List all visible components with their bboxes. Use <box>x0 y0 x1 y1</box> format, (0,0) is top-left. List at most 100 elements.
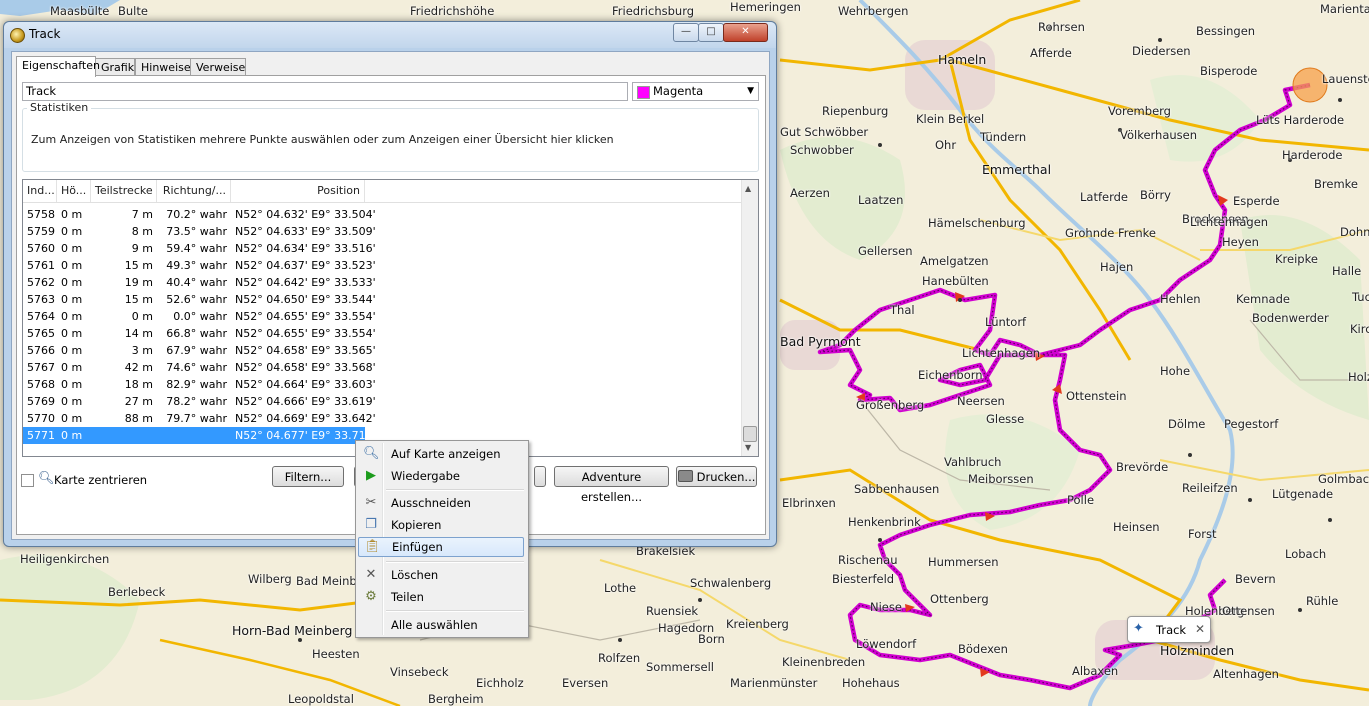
column-header-direction[interactable]: Richtung/... <box>157 180 231 202</box>
title-bar[interactable]: Track — □ ✕ <box>4 22 776 48</box>
menu-item-label: Wiedergabe <box>391 469 461 483</box>
track-color-select[interactable]: Magenta ▼ <box>632 82 759 101</box>
print-button-label: Drucken... <box>696 470 756 484</box>
magnifier-icon: 🔍︎ <box>363 446 380 461</box>
menu-item-copy[interactable]: ❐ Kopieren <box>358 515 524 535</box>
center-map-checkbox[interactable] <box>21 474 34 487</box>
statistics-group[interactable]: Statistiken Zum Anzeigen von Statistiken… <box>22 101 759 172</box>
chevron-down-icon: ▼ <box>747 86 754 96</box>
cell-position: N52° 04.658' E9° 33.568' <box>235 361 376 374</box>
cell-index: 5771 <box>27 429 55 442</box>
center-map-label[interactable]: Karte zentrieren <box>54 473 147 487</box>
table-row[interactable]: 5769 0 m 27 m 78.2° wahr N52° 04.666' E9° 33… <box>23 393 743 410</box>
table-row[interactable]: 5760 0 m 9 m 59.4° wahr N52° 04.634' E9° 33.… <box>23 240 743 257</box>
column-header-segment[interactable]: Teilstrecke <box>91 180 157 202</box>
menu-item-split[interactable]: ⚙ Teilen <box>358 587 524 607</box>
place-label: Neersen <box>957 394 1005 408</box>
place-label: Lauenstein <box>1322 72 1369 86</box>
cell-height: 0 m <box>61 361 83 374</box>
place-label: Henkenbrink <box>848 515 921 529</box>
maximize-button[interactable]: □ <box>698 23 724 42</box>
place-label: Bevern <box>1235 572 1276 586</box>
place-label: Leopoldstal <box>288 692 354 706</box>
cell-direction: 73.5° wahr <box>166 225 227 238</box>
tab-eigenschaften[interactable]: Eigenschaften <box>16 56 100 77</box>
place-label: Bödexen <box>958 642 1008 656</box>
track-map-popup[interactable]: ✦ Track ✕ <box>1127 616 1211 643</box>
tab-hinweise[interactable]: Hinweise <box>135 58 191 76</box>
place-label: Maasbülte <box>50 4 110 18</box>
cell-height: 0 m <box>61 293 83 306</box>
menu-item-playback[interactable]: ▶ Wiedergabe <box>358 466 524 486</box>
place-label: Marienmünster <box>730 676 818 690</box>
cell-direction: 70.2° wahr <box>166 208 227 221</box>
cell-segment: 8 m <box>131 225 153 238</box>
cell-position: N52° 04.655' E9° 33.554' <box>235 310 376 323</box>
place-label: Lüntorf <box>985 315 1027 329</box>
cell-position: N52° 04.658' E9° 33.565' <box>235 344 376 357</box>
tab-verweise[interactable]: Verweise <box>190 58 246 76</box>
table-row[interactable]: 5765 0 m 14 m 66.8° wahr N52° 04.655' E9° 33… <box>23 325 743 342</box>
place-label: Forst <box>1188 527 1217 541</box>
place-label: Ottenberg <box>930 592 989 606</box>
table-row[interactable]: 5764 0 m 0 m 0.0° wahr N52° 04.655' E9° 33.5… <box>23 308 743 325</box>
menu-item-paste[interactable]: 📋︎ Einfügen <box>358 537 524 557</box>
statistics-hint[interactable]: Zum Anzeigen von Statistiken mehrere Pun… <box>31 133 614 146</box>
place-label: Altenhagen <box>1213 667 1279 681</box>
place-label: Rischenau <box>838 553 898 567</box>
menu-item-show-on-map[interactable]: 🔍︎ Auf Karte anzeigen <box>358 444 524 464</box>
cell-index: 5768 <box>27 378 55 391</box>
place-label: Eichenborn <box>918 368 983 382</box>
menu-separator <box>386 561 524 563</box>
table-row[interactable]: 5770 0 m 88 m 79.7° wahr N52° 04.669' E9° 33… <box>23 410 743 427</box>
cell-direction: 78.2° wahr <box>166 395 227 408</box>
place-label: Golmbach <box>1318 472 1369 486</box>
cell-position: N52° 04.666' E9° 33.619' <box>235 395 376 408</box>
scroll-up-icon[interactable]: ▲ <box>745 184 751 193</box>
table-row[interactable]: 5758 0 m 7 m 70.2° wahr N52° 04.632' E9° 33.… <box>23 206 743 223</box>
partially-hidden-button[interactable] <box>534 466 546 487</box>
scroll-down-icon[interactable]: ▼ <box>745 443 751 452</box>
column-header-index[interactable]: Ind... <box>23 180 57 202</box>
table-row[interactable]: 5768 0 m 18 m 82.9° wahr N52° 04.664' E9° 33… <box>23 376 743 393</box>
scroll-thumb[interactable] <box>743 426 757 442</box>
place-label: Vinsebeck <box>390 665 449 679</box>
cell-height: 0 m <box>61 429 83 442</box>
place-label: Bad Pyrmont <box>780 334 861 349</box>
tab-grafik[interactable]: Grafik <box>95 58 135 76</box>
menu-item-select-all[interactable]: Alle auswählen <box>358 615 524 635</box>
table-row[interactable]: 5766 0 m 3 m 67.9° wahr N52° 04.658' E9° 33.… <box>23 342 743 359</box>
close-button[interactable]: ✕ <box>723 23 768 42</box>
vertical-scrollbar[interactable]: ▲ ▼ <box>741 180 758 456</box>
cell-height: 0 m <box>61 242 83 255</box>
print-button[interactable]: Drucken... <box>676 466 757 487</box>
table-row[interactable]: 5767 0 m 42 m 74.6° wahr N52° 04.658' E9° 33… <box>23 359 743 376</box>
track-name-input[interactable]: Track <box>22 82 628 101</box>
cell-direction: 67.9° wahr <box>166 344 227 357</box>
create-adventure-button[interactable]: Adventure erstellen... <box>554 466 669 504</box>
place-label: Heiligenkirchen <box>20 552 110 566</box>
cell-height: 0 m <box>61 327 83 340</box>
menu-item-cut[interactable]: ✂ Ausschneiden <box>358 493 524 513</box>
trackpoint-list[interactable]: Ind... Hö... Teilstrecke Richtung/... Po… <box>22 179 759 457</box>
cell-index: 5770 <box>27 412 55 425</box>
place-label: Sabbenhausen <box>854 482 940 496</box>
close-icon[interactable]: ✕ <box>1195 622 1205 636</box>
place-label: Elbrinxen <box>782 496 836 510</box>
place-label: Rolfzen <box>598 651 641 665</box>
table-row[interactable]: 5771 0 m N52° 04.677' E9° 33.718' <box>23 427 376 444</box>
table-row[interactable]: 5762 0 m 19 m 40.4° wahr N52° 04.642' E9° 33… <box>23 274 743 291</box>
track-popup-label: Track <box>1156 623 1187 637</box>
cell-direction: 40.4° wahr <box>166 276 227 289</box>
filter-button[interactable]: Filtern... <box>272 466 344 487</box>
track-icon: ✦ <box>1133 621 1144 636</box>
column-header-height[interactable]: Hö... <box>57 180 91 202</box>
minimize-button[interactable]: — <box>673 23 699 42</box>
column-header-position[interactable]: Position <box>231 180 365 202</box>
cell-height: 0 m <box>61 378 83 391</box>
place-label: Heyen <box>1222 235 1259 249</box>
menu-item-delete[interactable]: ✕ Löschen <box>358 565 524 585</box>
table-row[interactable]: 5761 0 m 15 m 49.3° wahr N52° 04.637' E9° 33… <box>23 257 743 274</box>
table-row[interactable]: 5763 0 m 15 m 52.6° wahr N52° 04.650' E9° 33… <box>23 291 743 308</box>
table-row[interactable]: 5759 0 m 8 m 73.5° wahr N52° 04.633' E9° 33.… <box>23 223 743 240</box>
